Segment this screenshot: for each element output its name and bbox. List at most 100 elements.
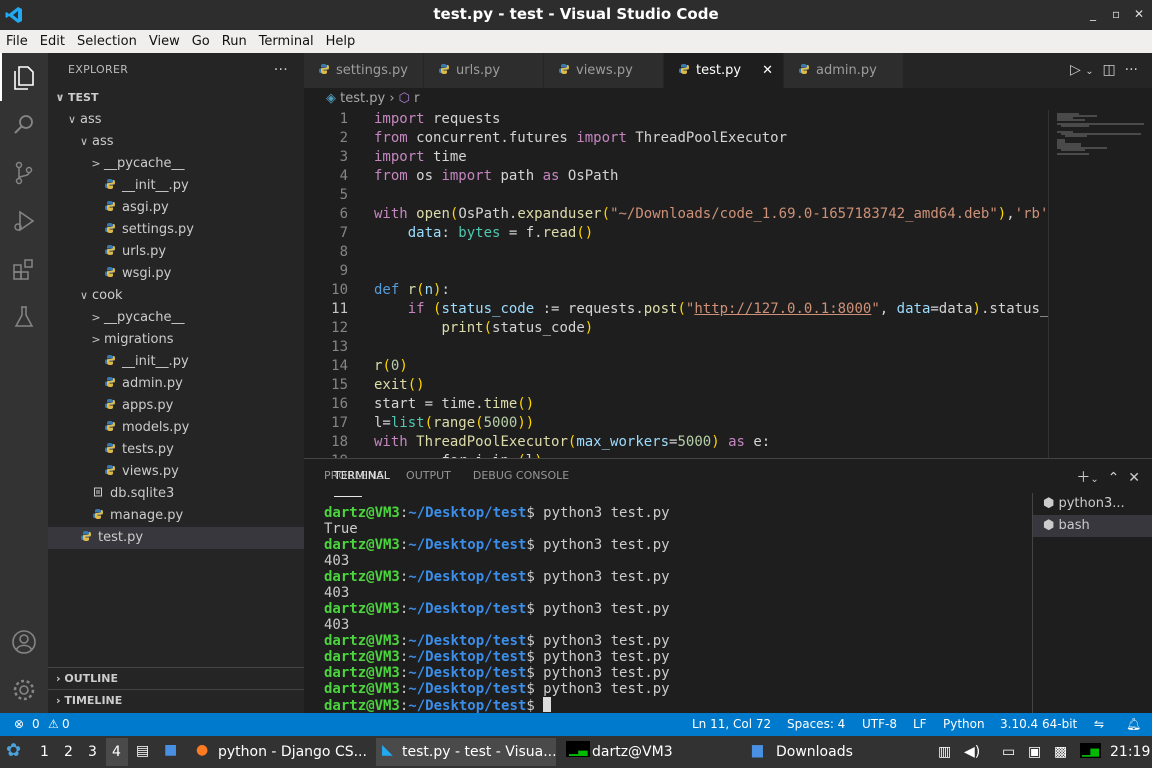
network-icon[interactable]: ▣ [1028, 744, 1041, 760]
terminal-output[interactable]: dartz@VM3:~/Desktop/test$ python3 test.p… [324, 505, 1024, 714]
remote-icon[interactable]: ⊗ [14, 717, 24, 731]
maximize-panel-icon[interactable]: ⌃ [1108, 470, 1120, 486]
taskbar-app-firefox[interactable]: python - Django CS... [218, 744, 367, 760]
tree-file[interactable]: urls.py [48, 241, 304, 263]
testing-icon[interactable] [10, 303, 38, 331]
tree-folder[interactable]: > migrations [48, 329, 304, 351]
start-menu-icon[interactable]: ✿ [6, 740, 21, 761]
feedback-icon[interactable]: ⇋ [1094, 717, 1104, 731]
minimap[interactable] [1048, 110, 1152, 458]
terminal-instance[interactable]: ⬢ bash [1033, 515, 1152, 537]
encoding[interactable]: UTF-8 [862, 717, 897, 731]
more-editor-actions-icon[interactable]: ··· [1125, 62, 1138, 78]
errors-count[interactable]: 0 [32, 717, 40, 731]
tree-file[interactable]: __init__.py [48, 351, 304, 373]
display-icon[interactable]: ▩ [1054, 744, 1067, 760]
tree-file[interactable]: views.py [48, 461, 304, 483]
close-window-button[interactable]: ✕ [1134, 7, 1144, 21]
tree-file[interactable]: wsgi.py [48, 263, 304, 285]
panel-tab-output[interactable]: OUTPUT [406, 469, 451, 488]
cursor-position[interactable]: Ln 11, Col 72 [692, 717, 771, 731]
menu-file[interactable]: File [0, 34, 34, 49]
tree-folder[interactable]: ∨ cook [48, 285, 304, 307]
tree-folder[interactable]: > __pycache__ [48, 153, 304, 175]
search-icon[interactable] [10, 111, 38, 139]
more-actions-icon[interactable]: ··· [274, 53, 288, 87]
maximize-button[interactable]: ▫ [1112, 7, 1120, 21]
tree-file[interactable]: db.sqlite3 [48, 483, 304, 505]
warnings-count[interactable]: 0 [62, 717, 70, 731]
panel-tab-debug-console[interactable]: DEBUG CONSOLE [473, 469, 569, 488]
line-ending[interactable]: LF [913, 717, 927, 731]
breadcrumb-symbol[interactable]: r [414, 91, 419, 106]
code-token: if [407, 301, 425, 317]
tree-folder[interactable]: ∨ ass [48, 131, 304, 153]
settings-gear-icon[interactable] [10, 676, 38, 704]
volume-icon[interactable]: ◀) [964, 744, 980, 760]
menu-go[interactable]: Go [186, 34, 216, 49]
tab-settings-py[interactable]: settings.py [304, 53, 424, 88]
tab-urls-py[interactable]: urls.py [424, 53, 544, 88]
tab-admin-py[interactable]: admin.py [784, 53, 904, 88]
tree-file[interactable]: __init__.py [48, 175, 304, 197]
notifications-bell-icon[interactable]: 🔔︎ [1126, 717, 1141, 731]
menu-view[interactable]: View [143, 34, 186, 49]
minimize-button[interactable]: _ [1090, 7, 1096, 21]
tree-file[interactable]: tests.py [48, 439, 304, 461]
tree-file[interactable]: asgi.py [48, 197, 304, 219]
python-interpreter[interactable]: 3.10.4 64-bit [1000, 717, 1077, 731]
explorer-icon[interactable] [10, 63, 38, 91]
source-control-icon[interactable] [10, 159, 38, 187]
timeline-section[interactable]: › TIMELINE [48, 689, 304, 711]
notes-icon[interactable]: ▭ [1002, 744, 1015, 760]
close-tab-icon[interactable]: ✕ [762, 53, 773, 88]
menu-selection[interactable]: Selection [71, 34, 143, 49]
workspace-2[interactable]: 2 [64, 744, 73, 760]
tree-file[interactable]: apps.py [48, 395, 304, 417]
code-token: time [424, 149, 467, 165]
taskbar-app-terminal[interactable]: dartz@VM3 [592, 744, 673, 760]
tree-file[interactable]: manage.py [48, 505, 304, 527]
desktop-icon[interactable]: ■ [164, 742, 177, 758]
tree-file[interactable]: test.py [48, 527, 304, 549]
taskbar-app-downloads[interactable]: Downloads [776, 744, 853, 760]
terminal-instance[interactable]: ⬢ python3... [1033, 493, 1152, 515]
clock[interactable]: 21:19 [1110, 744, 1150, 760]
account-icon[interactable] [10, 628, 38, 656]
tree-folder[interactable]: ∨ TEST [48, 87, 304, 109]
cpu-monitor-icon[interactable]: ▁▅ [1080, 743, 1101, 758]
panel-tab-terminal[interactable]: TERMINAL [334, 469, 390, 497]
tree-folder[interactable]: ∨ ass [48, 109, 304, 131]
workspace-1[interactable]: 1 [40, 744, 49, 760]
close-panel-icon[interactable]: ✕ [1128, 470, 1140, 486]
python-file-icon [318, 54, 330, 74]
workspace-3[interactable]: 3 [88, 744, 97, 760]
tree-file[interactable]: settings.py [48, 219, 304, 241]
tree-file[interactable]: models.py [48, 417, 304, 439]
code-editor[interactable]: 1 import requests 2 from concurrent.futures… [304, 110, 1048, 458]
tab-test-py[interactable]: test.py ✕ [664, 53, 784, 88]
menu-terminal[interactable]: Terminal [253, 34, 320, 49]
breadcrumb-file[interactable]: test.py [340, 91, 385, 106]
files-icon[interactable]: ▤ [136, 743, 149, 759]
new-terminal-icon[interactable]: ＋ [1076, 470, 1090, 486]
menu-edit[interactable]: Edit [34, 34, 71, 49]
tree-file[interactable]: admin.py [48, 373, 304, 395]
menu-run[interactable]: Run [216, 34, 253, 49]
run-debug-icon[interactable] [10, 207, 38, 235]
python-file-icon [105, 201, 115, 211]
outline-section[interactable]: › OUTLINE [48, 667, 304, 689]
taskbar-app-vscode[interactable]: test.py - test - Visua... [402, 744, 557, 760]
clipboard-icon[interactable]: ▥ [938, 744, 951, 760]
split-editor-icon[interactable]: ◫ [1103, 62, 1116, 78]
chevron-down-icon[interactable]: ⌄ [1090, 474, 1098, 485]
workspace-4[interactable]: 4 [112, 744, 121, 760]
run-file-icon[interactable]: ▷ [1070, 62, 1081, 78]
menu-help[interactable]: Help [320, 34, 362, 49]
indentation[interactable]: Spaces: 4 [787, 717, 845, 731]
language-mode[interactable]: Python [943, 717, 985, 731]
tab-views-py[interactable]: views.py [544, 53, 664, 88]
chevron-down-icon[interactable]: ⌄ [1085, 66, 1093, 77]
tree-folder[interactable]: > __pycache__ [48, 307, 304, 329]
extensions-icon[interactable] [10, 255, 38, 283]
